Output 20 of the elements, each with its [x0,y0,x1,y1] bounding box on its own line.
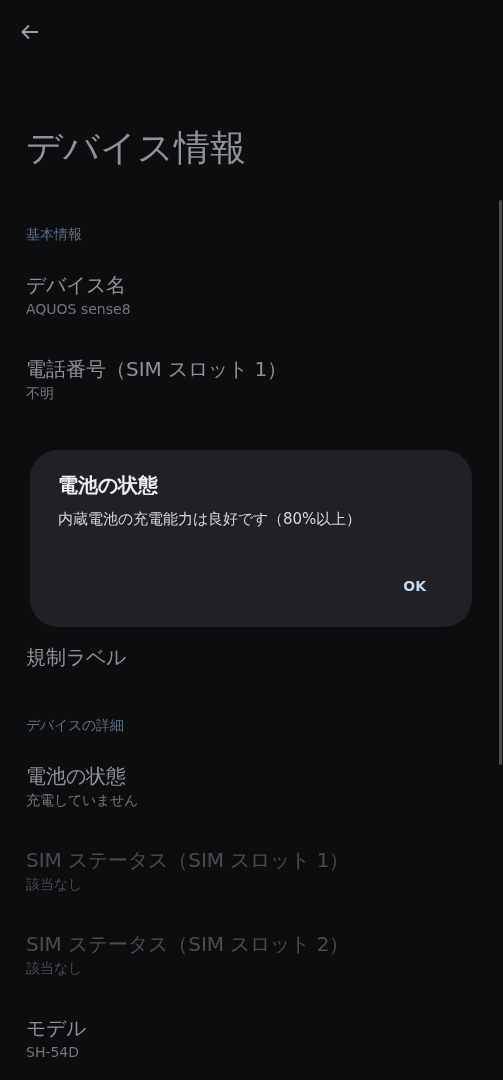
item-title[interactable]: デバイス名 [26,271,126,299]
ok-button[interactable]: OK [385,570,444,602]
item-title: SIM ステータス（SIM スロット 1） [26,847,350,874]
dialog-title: 電池の状態 [58,472,159,498]
item-title: SIM ステータス（SIM スロット 2） [26,931,350,958]
page-title: デバイス情報 [26,126,247,170]
item-title[interactable]: 規制ラベル [26,643,126,671]
item-title[interactable]: 電話番号（SIM スロット 1） [26,355,288,383]
back-arrow-icon [20,22,40,42]
item-summary: 不明 [26,384,54,403]
dialog-message: 内蔵電池の充電能力は良好です（80%以上） [58,509,363,530]
item-title[interactable]: モデル [26,1014,86,1042]
item-summary: SH-54D [26,1043,80,1062]
section-header: 基本情報 [26,225,83,244]
item-summary: 該当なし [26,875,82,894]
item-summary: 該当なし [26,959,82,978]
section-header: デバイスの詳細 [26,716,125,735]
item-summary: 充電していません [26,791,138,810]
item-summary: AQUOS sense8 [26,300,131,319]
item-title[interactable]: 電池の状態 [26,762,126,790]
